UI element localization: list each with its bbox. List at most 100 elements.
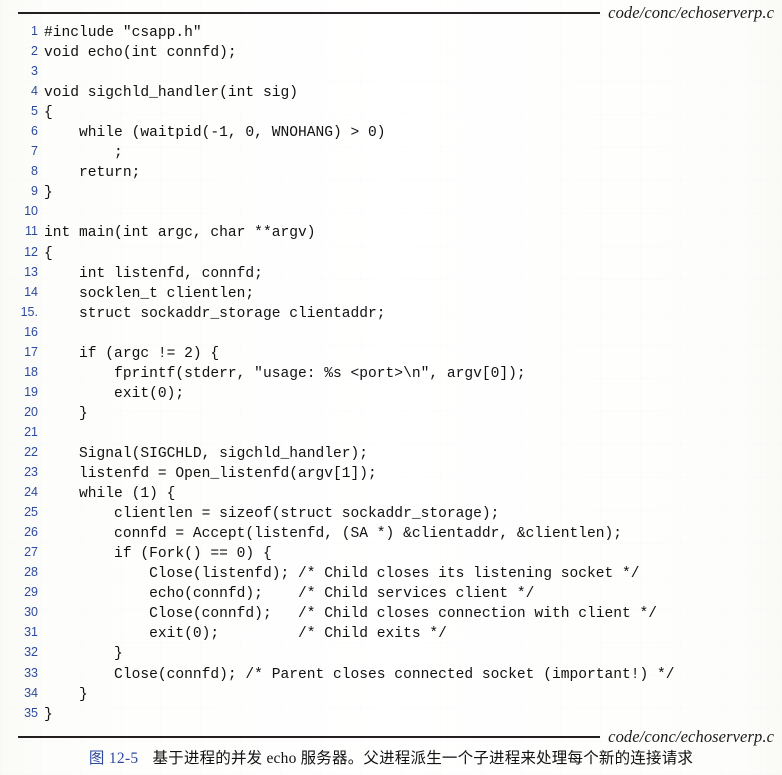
code-line-number: 30 <box>24 605 38 620</box>
code-line: 29 echo(connfd); /* Child services clien… <box>0 583 782 603</box>
code-line-number: 11 <box>25 224 38 239</box>
code-line-number: 18 <box>24 364 38 379</box>
code-line: 1 #include "csapp.h" <box>0 22 782 42</box>
code-line: 25 clientlen = sizeof(struct sockaddr_st… <box>0 503 782 523</box>
figure-header-rule-row: code/conc/echoserverp.c <box>0 2 782 24</box>
code-line-text: int listenfd, connfd; <box>44 265 263 282</box>
code-line-text: socklen_t clientlen; <box>44 285 255 302</box>
code-line-number: 15. <box>20 304 38 319</box>
code-line-number: 28 <box>24 565 38 580</box>
code-line-number: 1 <box>31 24 38 38</box>
code-line-number: 19 <box>24 384 38 399</box>
code-line: 7 ; <box>0 142 782 162</box>
code-line-number: 25 <box>24 505 38 520</box>
code-line-text: Signal(SIGCHLD, sigchld_handler); <box>44 445 369 462</box>
code-line-number: 8 <box>31 164 38 179</box>
figure-caption-number: 图 12-5 <box>88 750 139 767</box>
header-source-file-label: code/conc/echoserverp.c <box>608 3 774 22</box>
code-line-text: { <box>44 105 53 122</box>
code-line-text: #include "csapp.h" <box>44 25 202 41</box>
code-line-number: 27 <box>24 545 38 560</box>
code-line: 10 <box>0 202 782 222</box>
code-figure: code/conc/echoserverp.c 1 #include "csapp… <box>0 0 782 775</box>
code-line-text: exit(0); /* Child exits */ <box>44 626 447 643</box>
code-line-text: { <box>44 245 53 262</box>
code-line-number: 4 <box>31 84 38 99</box>
code-line-number: 10 <box>24 204 38 219</box>
figure-caption: 图 12-5 基于进程的并发 echo 服务器。父进程派生一个子进程来处理每个新的… <box>0 746 782 768</box>
code-line-number: 20 <box>24 404 38 419</box>
code-line-text: fprintf(stderr, "usage: %s <port>\n", ar… <box>44 365 526 382</box>
code-line-number: 31 <box>24 625 38 640</box>
code-line-number: 5 <box>31 104 38 119</box>
figure-caption-text: 基于进程的并发 echo 服务器。父进程派生一个子进程来处理每个新的连接请求 <box>152 750 694 767</box>
code-line-text: connfd = Accept(listenfd, (SA *) &client… <box>44 526 623 543</box>
figure-footer-rule-row: code/conc/echoserverp.c <box>0 726 782 748</box>
code-line-text: if (Fork() == 0) { <box>44 546 272 563</box>
code-line: 30 Close(connfd); /* Child closes connec… <box>0 603 782 623</box>
code-line: 16 <box>0 323 782 343</box>
code-line-text: void echo(int connfd); <box>44 45 237 62</box>
code-line: 6 while (waitpid(-1, 0, WNOHANG) > 0) <box>0 122 782 142</box>
code-line-number: 21 <box>24 424 38 439</box>
code-line-number: 13 <box>24 264 38 279</box>
code-line-number: 24 <box>24 485 38 500</box>
code-line-text: struct sockaddr_storage clientaddr; <box>44 305 386 322</box>
code-line: 5{ <box>0 102 782 122</box>
code-line-number: 6 <box>31 124 38 139</box>
code-line: 19 exit(0); <box>0 383 782 403</box>
footer-source-file-label: code/conc/echoserverp.c <box>608 727 774 746</box>
code-line: 22 Signal(SIGCHLD, sigchld_handler); <box>0 443 782 463</box>
code-line: 32 } <box>0 643 782 663</box>
code-line-text: exit(0); <box>44 385 185 402</box>
code-line-number: 14 <box>24 284 38 299</box>
code-line-text: Close(listenfd); /* Child closes its lis… <box>44 566 640 583</box>
code-line-text: } <box>44 405 88 422</box>
code-line-number: 3 <box>31 64 38 79</box>
code-line-text: void sigchld_handler(int sig) <box>44 85 298 102</box>
code-line-number: 17 <box>24 344 38 359</box>
code-line: 27 if (Fork() == 0) { <box>0 543 782 563</box>
code-listing: 1 #include "csapp.h" 2 void echo(int connfd… <box>0 22 782 724</box>
code-line-number: 29 <box>24 585 38 600</box>
code-line-number: 9 <box>31 184 38 199</box>
code-line: 9} <box>0 182 782 202</box>
code-line: 4 void sigchld_handler(int sig) <box>0 82 782 102</box>
code-line-number: 16 <box>24 324 38 339</box>
code-line: 23 listenfd = Open_listenfd(argv[1]); <box>0 463 782 483</box>
code-line-text: } <box>44 646 123 663</box>
code-line-text: } <box>44 185 53 202</box>
code-line: 28 Close(listenfd); /* Child closes its … <box>0 563 782 583</box>
code-line-number: 22 <box>24 444 38 459</box>
code-line-text: } <box>44 686 88 703</box>
code-line-text: ; <box>44 145 123 162</box>
code-line: 2 void echo(int connfd); <box>0 42 782 62</box>
code-line-text: while (1) { <box>44 486 176 503</box>
code-line: 21 <box>0 423 782 443</box>
code-line: 8 return; <box>0 162 782 182</box>
code-line-text: int main(int argc, char **argv) <box>44 225 316 242</box>
code-line-text: clientlen = sizeof(struct sockaddr_stora… <box>44 506 500 523</box>
code-line-number: 23 <box>24 465 38 480</box>
code-line-number: 32 <box>24 645 38 660</box>
code-line: 20 } <box>0 403 782 423</box>
code-line-number: 2 <box>31 44 38 59</box>
code-line: 35} <box>0 704 782 724</box>
code-line: 33 Close(connfd); /* Parent closes conne… <box>0 664 782 684</box>
code-line-text: Close(connfd); /* Child closes connectio… <box>44 606 658 623</box>
code-line-text: return; <box>44 165 141 182</box>
header-horizontal-rule <box>18 12 601 14</box>
code-line: 14 socklen_t clientlen; <box>0 283 782 303</box>
code-line-number: 12 <box>24 244 38 259</box>
footer-horizontal-rule <box>18 736 601 738</box>
code-line: 24 while (1) { <box>0 483 782 503</box>
code-line: 12 { <box>0 243 782 263</box>
code-line-text: Close(connfd); /* Parent closes connecte… <box>44 666 675 683</box>
code-line: 3 <box>0 62 782 82</box>
code-line-text: if (argc != 2) { <box>44 345 220 362</box>
code-line: 31 exit(0); /* Child exits */ <box>0 623 782 643</box>
code-line-text: } <box>44 706 53 723</box>
code-line: 17 if (argc != 2) { <box>0 343 782 363</box>
code-line-number: 33 <box>24 665 38 680</box>
code-line: 18 fprintf(stderr, "usage: %s <port>\n",… <box>0 363 782 383</box>
